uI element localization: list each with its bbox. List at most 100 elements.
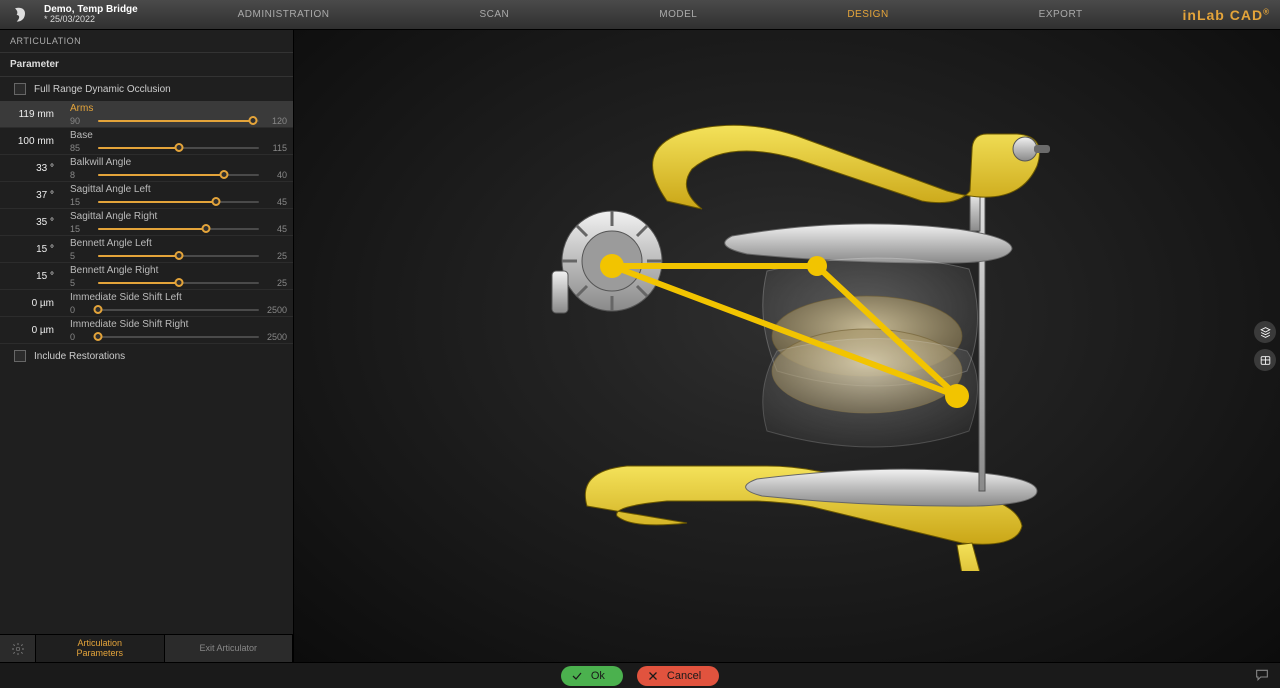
slider-max: 2500 bbox=[265, 332, 287, 342]
close-icon bbox=[647, 670, 659, 682]
settings-button[interactable] bbox=[0, 635, 36, 662]
slider-max: 25 bbox=[265, 278, 287, 288]
cancel-label: Cancel bbox=[667, 670, 701, 682]
param-value: 37 ° bbox=[0, 190, 60, 201]
param-row-balkwill-angle[interactable]: 33 ° Balkwill Angle 8 40 bbox=[0, 155, 293, 182]
slider-min: 5 bbox=[70, 251, 92, 261]
ok-button[interactable]: Ok bbox=[561, 666, 623, 686]
project-date: * 25/03/2022 bbox=[44, 15, 138, 24]
tab-scan[interactable]: SCAN bbox=[479, 9, 509, 20]
slider-track[interactable] bbox=[98, 200, 259, 204]
full-range-occlusion-checkbox[interactable]: Full Range Dynamic Occlusion bbox=[0, 77, 293, 101]
slider-thumb[interactable] bbox=[174, 143, 183, 152]
slider-max: 45 bbox=[265, 224, 287, 234]
slider-max: 120 bbox=[265, 116, 287, 126]
param-row-bennett-angle-left[interactable]: 15 ° Bennett Angle Left 5 25 bbox=[0, 236, 293, 263]
slider-max: 45 bbox=[265, 197, 287, 207]
tab-design[interactable]: DESIGN bbox=[847, 9, 888, 20]
param-label: Sagittal Angle Left bbox=[70, 184, 287, 195]
titlebar: Demo, Temp Bridge * 25/03/2022 ADMINISTR… bbox=[0, 0, 1280, 30]
include-restorations-checkbox[interactable]: Include Restorations bbox=[0, 344, 293, 368]
param-row-immediate-side-shift-left[interactable]: 0 µm Immediate Side Shift Left 0 2500 bbox=[0, 290, 293, 317]
param-label: Sagittal Angle Right bbox=[70, 211, 287, 222]
param-label: Bennett Angle Right bbox=[70, 265, 287, 276]
param-row-bennett-angle-right[interactable]: 15 °Bennett Angle Right525 bbox=[0, 263, 293, 290]
slider-track[interactable] bbox=[98, 119, 259, 123]
slider-track[interactable] bbox=[98, 146, 259, 150]
articulator-model bbox=[517, 71, 1057, 571]
param-row-arms[interactable]: 119 mm Arms 90 120 bbox=[0, 101, 293, 128]
param-value: 100 mm bbox=[0, 136, 60, 147]
slider-min: 85 bbox=[70, 143, 92, 153]
param-label: Arms bbox=[70, 103, 287, 114]
param-label: Base bbox=[70, 130, 287, 141]
include-restorations-label: Include Restorations bbox=[34, 351, 125, 362]
slider-max: 25 bbox=[265, 251, 287, 261]
action-bar: Ok Cancel bbox=[0, 662, 1280, 688]
slider-max: 40 bbox=[265, 170, 287, 180]
slider-max: 115 bbox=[265, 143, 287, 153]
workflow-tabs: ADMINISTRATION SCAN MODEL DESIGN EXPORT bbox=[138, 9, 1183, 20]
view-mode-button-2[interactable] bbox=[1254, 349, 1276, 371]
view-mode-button-1[interactable] bbox=[1254, 321, 1276, 343]
slider-min: 0 bbox=[70, 332, 92, 342]
slider-min: 5 bbox=[70, 278, 92, 288]
tab-articulation-parameters[interactable]: Articulation Parameters bbox=[36, 635, 165, 662]
full-range-label: Full Range Dynamic Occlusion bbox=[34, 84, 171, 95]
param-label: Bennett Angle Left bbox=[70, 238, 287, 249]
slider-track[interactable] bbox=[98, 308, 259, 312]
param-row-immediate-side-shift-right[interactable]: 0 µm Immediate Side Shift Right 0 2500 bbox=[0, 317, 293, 344]
panel-subheader: Parameter bbox=[0, 53, 293, 77]
check-icon bbox=[571, 670, 583, 682]
ok-label: Ok bbox=[591, 670, 605, 682]
view-tools bbox=[1254, 321, 1276, 371]
slider-min: 0 bbox=[70, 305, 92, 315]
slider-track[interactable] bbox=[98, 227, 259, 231]
panel-header: ARTICULATION bbox=[0, 30, 293, 53]
slider-track[interactable] bbox=[98, 254, 259, 258]
param-row-base[interactable]: 100 mm Base 85 115 bbox=[0, 128, 293, 155]
side-tabs: Articulation Parameters Exit Articulator bbox=[0, 634, 293, 662]
param-value: 0 µm bbox=[0, 298, 60, 309]
slider-thumb[interactable] bbox=[94, 332, 103, 341]
slider-thumb[interactable] bbox=[174, 278, 183, 287]
slider-thumb[interactable] bbox=[201, 224, 210, 233]
tab-exit-articulator-label: Exit Articulator bbox=[199, 644, 257, 654]
param-value: 15 ° bbox=[0, 244, 60, 255]
3d-viewport[interactable] bbox=[294, 30, 1280, 662]
parameter-panel: ARTICULATION Parameter Full Range Dynami… bbox=[0, 30, 294, 662]
param-label: Immediate Side Shift Left bbox=[70, 292, 287, 303]
cancel-button[interactable]: Cancel bbox=[637, 666, 719, 686]
param-value: 119 mm bbox=[0, 109, 60, 120]
slider-min: 15 bbox=[70, 224, 92, 234]
project-info: Demo, Temp Bridge * 25/03/2022 bbox=[44, 5, 138, 25]
param-label: Balkwill Angle bbox=[70, 157, 287, 168]
slider-min: 90 bbox=[70, 116, 92, 126]
slider-track[interactable] bbox=[98, 173, 259, 177]
param-row-sagittal-angle-left[interactable]: 37 ° Sagittal Angle Left 15 45 bbox=[0, 182, 293, 209]
param-row-sagittal-angle-right[interactable]: 35 ° Sagittal Angle Right 15 45 bbox=[0, 209, 293, 236]
tab-model[interactable]: MODEL bbox=[659, 9, 697, 20]
slider-min: 8 bbox=[70, 170, 92, 180]
app-logo-icon bbox=[10, 5, 30, 25]
slider-thumb[interactable] bbox=[94, 305, 103, 314]
checkbox-icon bbox=[14, 350, 26, 362]
brand-label: inLab CAD® bbox=[1183, 7, 1270, 23]
slider-thumb[interactable] bbox=[174, 251, 183, 260]
tab-exit-articulator[interactable]: Exit Articulator bbox=[165, 635, 294, 662]
chat-icon[interactable] bbox=[1254, 667, 1270, 683]
param-value: 0 µm bbox=[0, 325, 60, 336]
slider-min: 15 bbox=[70, 197, 92, 207]
param-label: Immediate Side Shift Right bbox=[70, 319, 287, 330]
tab-administration[interactable]: ADMINISTRATION bbox=[238, 9, 330, 20]
slider-thumb[interactable] bbox=[219, 170, 228, 179]
slider-track[interactable] bbox=[98, 281, 259, 285]
slider-max: 2500 bbox=[265, 305, 287, 315]
slider-track[interactable] bbox=[98, 335, 259, 339]
tab-articulation-parameters-label: Articulation Parameters bbox=[76, 639, 123, 659]
param-value: 35 ° bbox=[0, 217, 60, 228]
param-value: 33 ° bbox=[0, 163, 60, 174]
tab-export[interactable]: EXPORT bbox=[1039, 9, 1083, 20]
slider-thumb[interactable] bbox=[248, 116, 257, 125]
slider-thumb[interactable] bbox=[211, 197, 220, 206]
